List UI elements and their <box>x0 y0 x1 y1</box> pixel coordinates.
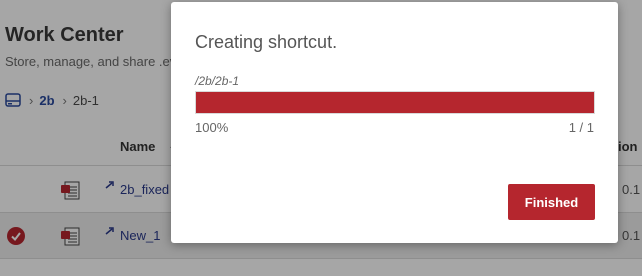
progress-bar-fill <box>196 92 594 113</box>
progress-percent: 100% <box>195 120 229 135</box>
progress-bar <box>195 91 595 114</box>
creating-shortcut-dialog: Creating shortcut. /2b/2b-1 100% 1 / 1 F… <box>171 2 618 243</box>
progress-count: 1 / 1 <box>568 120 594 135</box>
shortcut-path: /2b/2b-1 <box>195 74 240 88</box>
finished-button[interactable]: Finished <box>508 184 595 220</box>
dialog-title: Creating shortcut. <box>195 32 338 52</box>
